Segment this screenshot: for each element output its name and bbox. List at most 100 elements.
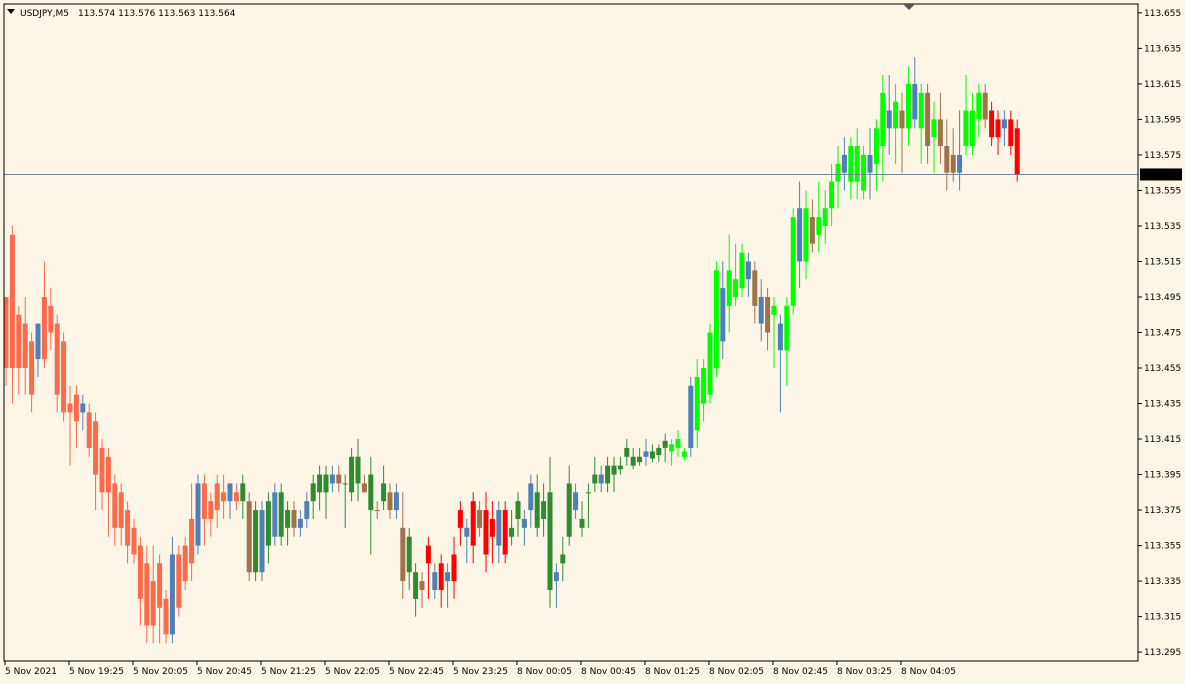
candle-body [701,368,707,404]
price-tick-label: 113.335 [1144,577,1181,587]
candle-body [867,154,873,173]
price-tick-label: 113.535 [1144,222,1181,232]
price-tick-label: 113.395 [1144,471,1181,481]
candle-body [592,474,598,484]
candle-body [374,510,380,512]
candle-body [790,217,796,306]
price-tick-label: 113.475 [1144,329,1181,339]
candle-body [182,545,188,582]
candle-body [688,385,694,448]
candle-body [80,403,86,413]
candle-body [214,483,220,511]
candle-body [349,456,355,493]
candle-body [982,92,988,120]
candle-body [694,376,700,431]
price-tick-label: 113.415 [1144,435,1181,445]
candle-body [413,572,419,599]
candle-body [406,536,412,573]
candle-body [598,474,604,484]
candle-body [784,305,790,351]
candle-body [61,341,67,413]
candle-body [445,572,451,582]
candle-body [963,110,969,147]
price-tick-label: 113.315 [1144,613,1181,623]
candle-body [880,92,886,147]
time-tick-label: 5 Nov 20:45 [197,667,252,677]
candle-body [189,518,195,564]
candle-body [144,563,150,626]
time-tick-label: 5 Nov 2021 [5,667,57,677]
candle-body [317,474,323,493]
candle-body [259,510,265,573]
current-price-marker-label: 113.564 [1144,170,1181,180]
candle-body [9,234,15,369]
candle-body [29,341,35,395]
candle-body [381,483,387,502]
candle-body [112,483,118,528]
candle-body [342,483,348,485]
candle-body [893,101,899,129]
candle-body [163,598,169,635]
candle-body [841,154,847,173]
candle-body [387,492,393,511]
candle-body [624,447,630,457]
candle-body [681,451,687,457]
candle-body [361,483,367,493]
candle-body [918,92,924,129]
candle-body [995,119,1001,138]
candle-body [285,510,291,528]
candle-body [605,465,611,484]
candle-body [419,581,425,590]
candle-body [905,83,911,129]
candle-body [93,421,99,475]
price-tick-label: 113.635 [1144,44,1181,54]
price-tick-label: 113.655 [1144,9,1181,19]
candle-body [630,456,636,466]
symbol-label: USDJPY,M5 [20,9,69,19]
candle-body [566,483,572,537]
price-tick-label: 113.515 [1144,257,1181,267]
time-tick-label: 5 Nov 23:25 [453,667,508,677]
candle-body [656,447,662,456]
candle-body [240,483,246,502]
candle-body [579,518,585,528]
candle-body [771,305,777,315]
candle-body [438,563,444,590]
candle-body [707,332,713,395]
candle-body [118,492,124,528]
candle-body [829,181,835,209]
candle-body [675,439,681,448]
price-chart[interactable]: 113.655 113.635 113.615 113.595 113.575 113.5… [0,0,1185,684]
candle-body [835,163,841,182]
price-tick-label: 113.295 [1144,648,1181,658]
candle-body [573,492,579,511]
candle-body [310,483,316,502]
candle-body [662,440,668,448]
candle-body [886,110,892,129]
candle-body [432,572,438,590]
candle-body [169,554,175,635]
candle-body [957,154,963,173]
candle-body [137,545,143,599]
candle-body [131,527,137,555]
candle-body [643,451,649,457]
price-tick-label: 113.615 [1144,80,1181,90]
price-tick-label: 113.595 [1144,115,1181,125]
candle-body [637,456,643,463]
candle-body [291,510,297,528]
candle-body [937,119,943,147]
candle-body [86,412,92,448]
candle-body [528,483,534,511]
candle-body [541,501,547,519]
candle-body [944,146,950,173]
candle-body [521,518,527,528]
candle-body [822,208,828,226]
candle-body [547,492,553,590]
candle-body [157,563,163,608]
candle-body [246,501,252,573]
candle-body [669,444,675,452]
candle-body [553,572,559,582]
candle-body [816,217,822,235]
candle-body [16,314,22,369]
price-tick-label: 113.375 [1144,506,1181,516]
